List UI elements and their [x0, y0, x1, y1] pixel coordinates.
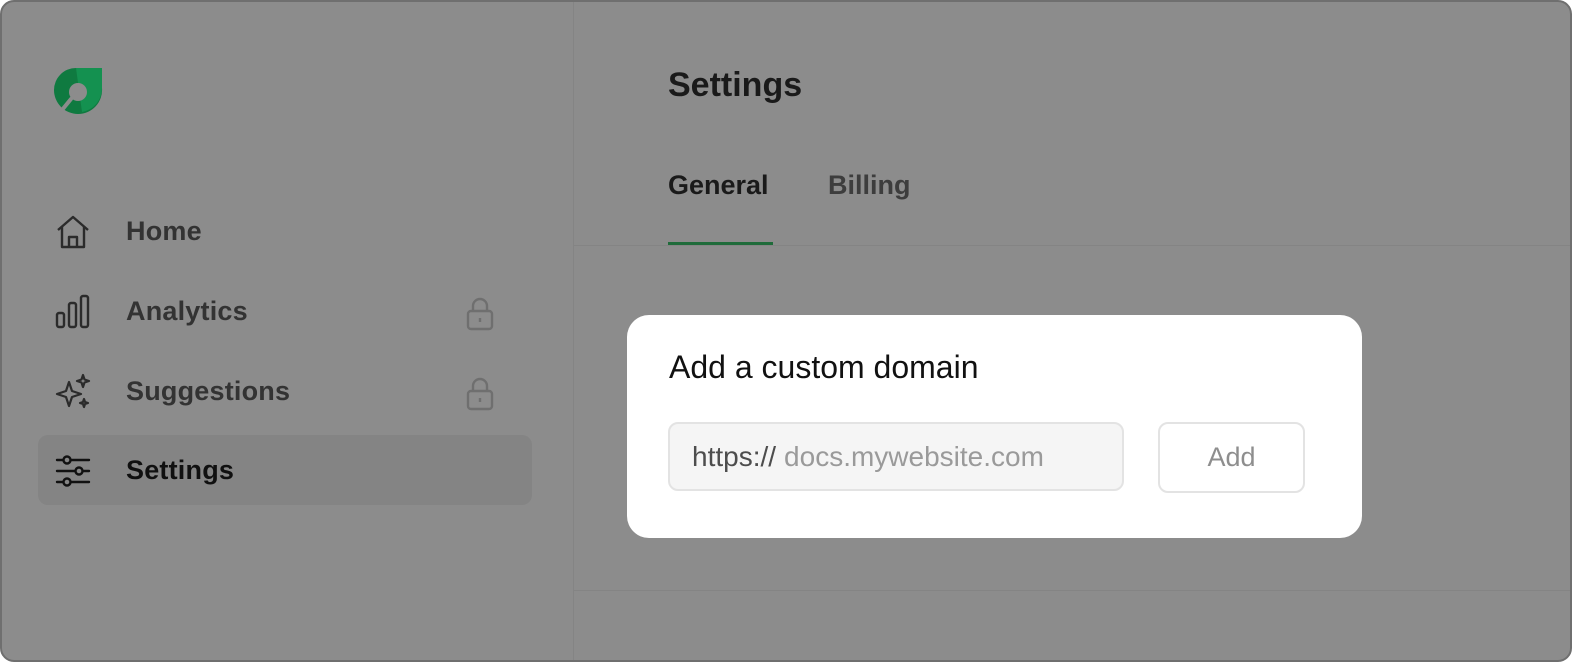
custom-domain-dialog: Add a custom domain https:// Add: [627, 315, 1362, 538]
home-icon: [57, 215, 89, 249]
sidebar-item-suggestions[interactable]: Suggestions: [38, 356, 532, 426]
sidebar: Home Analytics Suggestions Settings: [2, 2, 574, 660]
domain-input[interactable]: [784, 440, 1105, 473]
lock-icon: [466, 297, 494, 331]
bar-chart-icon: [55, 294, 90, 329]
domain-prefix: https://: [692, 440, 777, 472]
domain-field[interactable]: https://: [668, 422, 1124, 491]
sidebar-item-label: Home: [126, 215, 202, 246]
page-title: Settings: [668, 66, 803, 104]
section-divider: [574, 590, 1570, 591]
sidebar-item-settings[interactable]: Settings: [38, 435, 532, 505]
app-window: Home Analytics Suggestions Settings Sett…: [0, 0, 1572, 662]
add-domain-button[interactable]: Add: [1158, 422, 1305, 493]
sidebar-item-label: Analytics: [126, 295, 248, 326]
sparkles-icon: [55, 373, 91, 409]
tabs-divider: [574, 245, 1570, 246]
sidebar-item-label: Settings: [126, 454, 235, 485]
leaf-logo-icon[interactable]: [52, 66, 104, 118]
tab-general[interactable]: General: [668, 170, 769, 201]
dialog-title: Add a custom domain: [669, 349, 979, 385]
sidebar-item-label: Suggestions: [126, 375, 291, 406]
tab-billing[interactable]: Billing: [828, 170, 911, 201]
sidebar-item-analytics[interactable]: Analytics: [38, 276, 532, 346]
sliders-icon: [55, 455, 91, 487]
sidebar-item-home[interactable]: Home: [38, 196, 532, 266]
lock-icon: [466, 377, 494, 411]
